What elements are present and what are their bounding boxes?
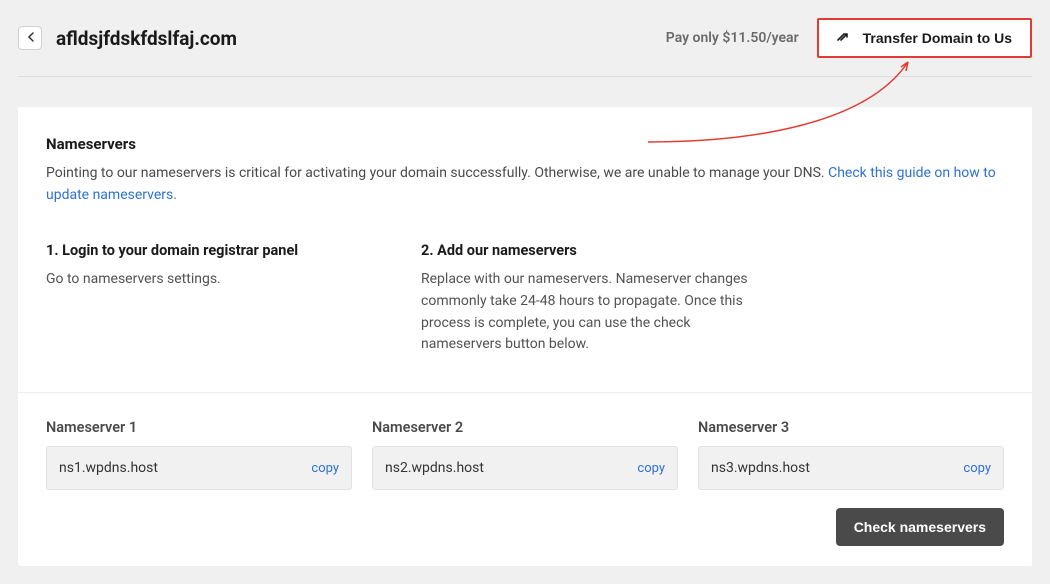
nameservers-title: Nameservers xyxy=(46,135,1004,153)
nameserver-2-label: Nameserver 2 xyxy=(372,419,678,436)
nameserver-1-label: Nameserver 1 xyxy=(46,419,352,436)
page-header: afldsjfdskfdslfaj.com Pay only $11.50/ye… xyxy=(18,18,1032,76)
nameservers-description: Pointing to our nameservers is critical … xyxy=(46,163,1004,206)
nameserver-3-field: ns3.wpdns.host copy xyxy=(698,446,1004,490)
nameserver-3-col: Nameserver 3 ns3.wpdns.host copy xyxy=(698,419,1004,490)
step-2-body: Replace with our nameservers. Nameserver… xyxy=(421,269,761,356)
transfer-icon xyxy=(837,30,853,46)
header-divider xyxy=(18,76,1032,77)
step-2: 2. Add our nameservers Replace with our … xyxy=(421,242,761,356)
steps-row: 1. Login to your domain registrar panel … xyxy=(46,242,1004,356)
nameserver-row: Nameserver 1 ns1.wpdns.host copy Nameser… xyxy=(46,419,1004,490)
nameserver-2-field: ns2.wpdns.host copy xyxy=(372,446,678,490)
domain-title: afldsjfdskfdslfaj.com xyxy=(56,27,237,50)
step-1: 1. Login to your domain registrar panel … xyxy=(46,242,381,356)
chevron-left-icon xyxy=(27,31,34,45)
price-label: Pay only $11.50/year xyxy=(666,30,799,46)
check-nameservers-button[interactable]: Check nameservers xyxy=(836,508,1004,546)
nameserver-1-field: ns1.wpdns.host copy xyxy=(46,446,352,490)
nameserver-2-value: ns2.wpdns.host xyxy=(385,460,484,476)
transfer-domain-button[interactable]: Transfer Domain to Us xyxy=(817,18,1032,58)
nameservers-description-text: Pointing to our nameservers is critical … xyxy=(46,165,828,181)
nameserver-1-value: ns1.wpdns.host xyxy=(59,460,158,476)
section-divider xyxy=(18,392,1032,393)
nameserver-2-col: Nameserver 2 ns2.wpdns.host copy xyxy=(372,419,678,490)
step-1-body: Go to nameservers settings. xyxy=(46,269,381,291)
nameservers-card: Nameservers Pointing to our nameservers … xyxy=(18,107,1032,566)
back-button[interactable] xyxy=(18,26,42,50)
step-2-title: 2. Add our nameservers xyxy=(421,242,761,259)
nameserver-3-copy[interactable]: copy xyxy=(963,461,991,476)
nameserver-2-copy[interactable]: copy xyxy=(637,461,665,476)
transfer-domain-label: Transfer Domain to Us xyxy=(863,30,1012,46)
nameserver-1-col: Nameserver 1 ns1.wpdns.host copy xyxy=(46,419,352,490)
nameserver-3-label: Nameserver 3 xyxy=(698,419,1004,436)
nameserver-3-value: ns3.wpdns.host xyxy=(711,460,810,476)
nameserver-1-copy[interactable]: copy xyxy=(311,461,339,476)
step-1-title: 1. Login to your domain registrar panel xyxy=(46,242,381,259)
